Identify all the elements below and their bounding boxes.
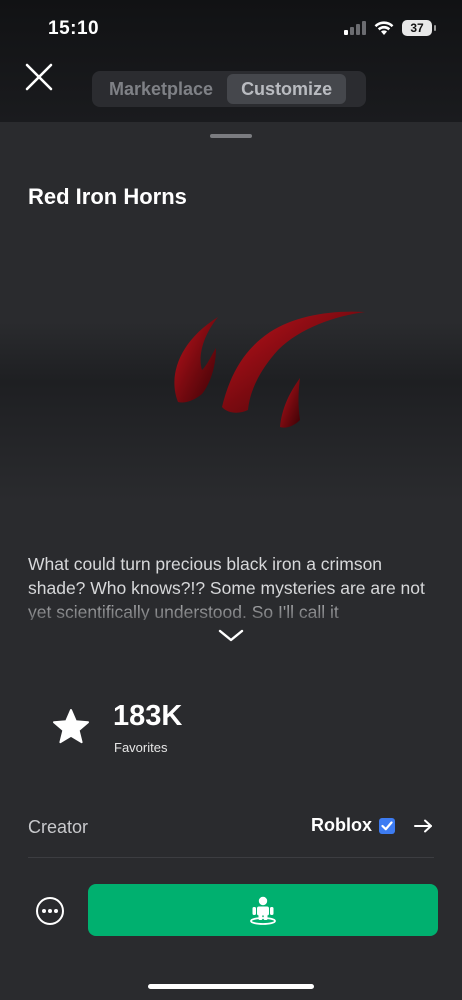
expand-description-button[interactable] xyxy=(216,625,246,645)
creator-link[interactable]: Roblox xyxy=(311,815,436,836)
more-options-button[interactable] xyxy=(36,897,64,925)
status-time: 15:10 xyxy=(48,18,100,39)
close-button[interactable] xyxy=(22,60,56,94)
item-title: Red Iron Horns xyxy=(28,184,187,209)
favorites-count: 183K xyxy=(113,700,183,732)
tab-customize[interactable]: Customize xyxy=(227,74,347,104)
favorites-label: Favorites xyxy=(114,740,168,755)
verified-badge-icon xyxy=(379,817,395,834)
sheet-grabber[interactable] xyxy=(210,134,252,138)
avatar-try-on-icon xyxy=(250,896,276,925)
battery-icon: 37 xyxy=(402,20,436,36)
creator-name: Roblox xyxy=(311,815,372,835)
signal-icon xyxy=(344,21,366,35)
tab-switcher: Marketplace Customize xyxy=(92,71,366,107)
item-details-screen: 15:10 37 Marketplace Customize Red Iron … xyxy=(0,0,462,1000)
more-icon-dot xyxy=(54,909,58,913)
tab-marketplace[interactable]: Marketplace xyxy=(95,74,227,104)
divider xyxy=(28,857,434,858)
item-sheet: Red Iron Horns What could turn precious … xyxy=(0,122,462,1000)
item-image[interactable] xyxy=(160,282,370,432)
top-bar: 15:10 37 Marketplace Customize xyxy=(0,0,462,122)
chevron-down-icon xyxy=(218,629,244,642)
status-icons: 37 xyxy=(344,20,436,36)
star-icon xyxy=(53,709,89,744)
wifi-icon xyxy=(374,20,394,35)
try-on-button[interactable] xyxy=(88,884,438,936)
more-icon xyxy=(42,909,46,913)
close-icon xyxy=(25,63,53,91)
home-indicator[interactable] xyxy=(148,984,314,989)
more-icon-dot xyxy=(48,909,52,913)
creator-label: Creator xyxy=(28,817,89,837)
arrow-right-icon xyxy=(414,819,432,832)
